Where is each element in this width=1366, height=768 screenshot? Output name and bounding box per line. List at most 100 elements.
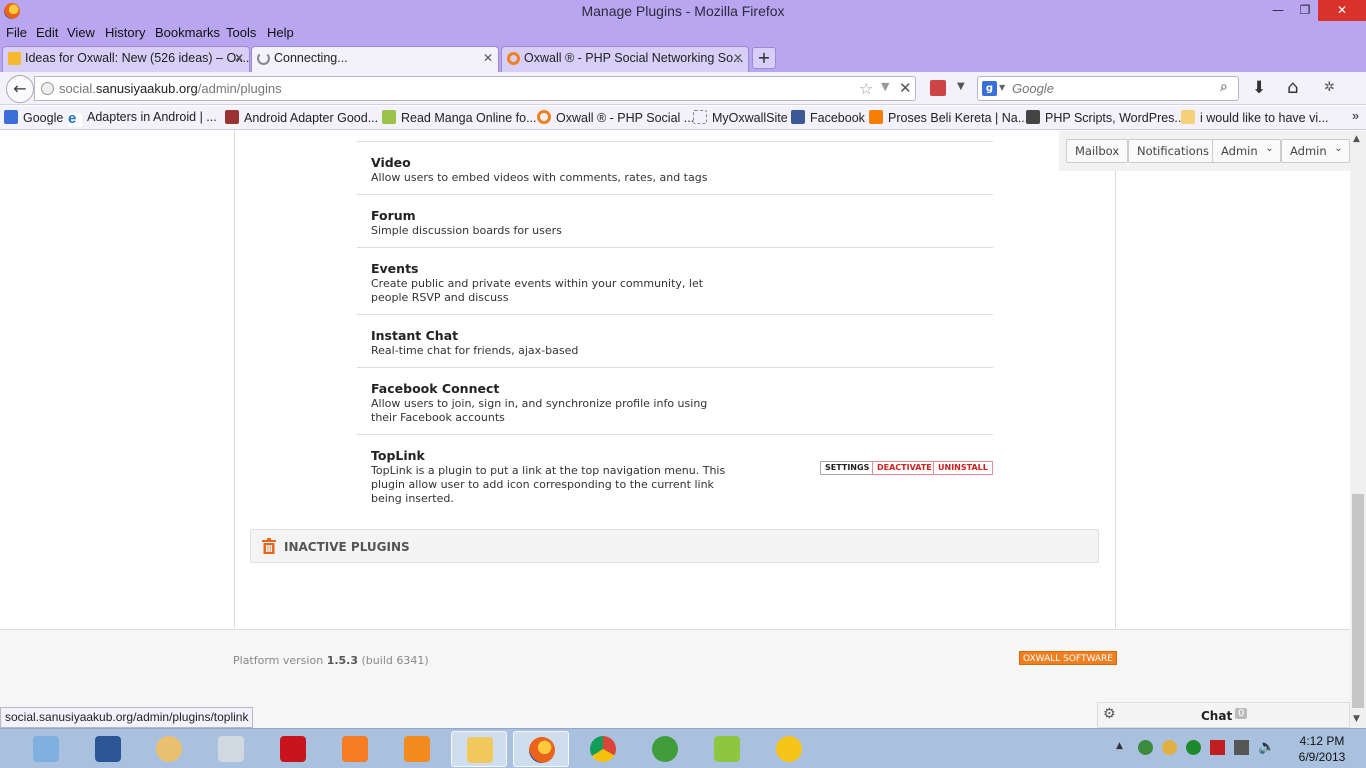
bookmark-proses-beli-kereta[interactable]: Proses Beli Kereta | Na... xyxy=(869,110,1028,125)
engine-dropdown-icon[interactable]: ▼ xyxy=(999,83,1005,92)
close-tab-icon[interactable]: ✕ xyxy=(733,51,743,65)
back-arrow-icon: ← xyxy=(13,79,27,98)
taskbar-download-manager[interactable] xyxy=(637,731,693,767)
addon-dropdown-icon[interactable]: ▼ xyxy=(957,81,965,92)
close-tab-icon[interactable]: ✕ xyxy=(234,51,244,65)
tray-app-icon[interactable] xyxy=(1162,740,1177,755)
downloads-icon[interactable]: ⬇ xyxy=(1252,78,1266,98)
menu-help[interactable]: Help xyxy=(267,25,294,40)
deactivate-button[interactable]: DEACTIVATE xyxy=(872,461,937,475)
plugin-name: Facebook Connect xyxy=(371,381,500,396)
search-input[interactable]: Google xyxy=(1012,81,1054,96)
taskbar-app[interactable] xyxy=(761,731,817,767)
plugin-desc: Real-time chat for friends, ajax-based xyxy=(371,344,579,357)
addon-download-icon[interactable] xyxy=(930,80,946,96)
menu-history[interactable]: History xyxy=(105,25,145,40)
address-bar[interactable]: social.sanusiyaakub.org/admin/plugins ☆ … xyxy=(34,76,916,101)
maximize-button[interactable]: ❐ xyxy=(1290,0,1320,21)
taskbar-paint[interactable] xyxy=(141,731,197,767)
media-player-icon xyxy=(404,736,430,762)
scroll-up-icon[interactable]: ▲ xyxy=(1353,134,1360,144)
tab-label: Connecting... xyxy=(274,51,348,65)
mailbox-button[interactable]: Mailbox xyxy=(1066,139,1129,163)
bookmark-facebook[interactable]: Facebook xyxy=(791,110,865,125)
tray-expand-icon[interactable]: ▲ xyxy=(1116,741,1123,751)
taskbar-media-player[interactable] xyxy=(389,731,445,767)
word-icon xyxy=(95,736,121,762)
chat-bar[interactable]: ⚙ Chat 0 xyxy=(1097,702,1350,728)
bookmark-android-adapter[interactable]: Android Adapter Good... xyxy=(225,110,378,125)
back-button[interactable]: ← xyxy=(6,75,34,103)
taskbar-firefox[interactable] xyxy=(513,731,569,767)
scrollbar-thumb[interactable] xyxy=(1352,494,1364,708)
close-window-button[interactable]: ✕ xyxy=(1318,0,1366,21)
minimize-button[interactable]: — xyxy=(1263,0,1293,21)
taskbar-file-explorer[interactable] xyxy=(451,731,507,767)
tab-ideas-oxwall[interactable]: Ideas for Oxwall: New (526 ideas) – Ox..… xyxy=(2,46,250,72)
close-tab-icon[interactable]: ✕ xyxy=(483,51,493,65)
taskbar-chrome[interactable] xyxy=(575,731,631,767)
bookmark-php-scripts[interactable]: PHP Scripts, WordPres... xyxy=(1026,110,1185,125)
site-icon xyxy=(225,110,239,124)
taskbar-explorer-shortcut[interactable] xyxy=(18,731,74,767)
taskbar-notepad[interactable] xyxy=(699,731,755,767)
settings-button[interactable]: SETTINGS xyxy=(820,461,875,475)
new-tab-button[interactable]: + xyxy=(752,47,776,69)
xampp-icon xyxy=(342,736,368,762)
taskbar-acrobat[interactable] xyxy=(265,731,321,767)
menu-file[interactable]: File xyxy=(6,25,27,40)
scroll-down-icon[interactable]: ▼ xyxy=(1353,714,1360,724)
taskbar-calculator[interactable] xyxy=(203,731,259,767)
bookmarks-overflow-icon[interactable]: » xyxy=(1352,109,1359,123)
inactive-plugins-section[interactable]: INACTIVE PLUGINS xyxy=(250,529,1099,563)
home-icon[interactable]: ⌂ xyxy=(1287,77,1298,98)
menu-bookmarks[interactable]: Bookmarks xyxy=(155,25,220,40)
plugin-desc: Allow users to join, sign in, and synchr… xyxy=(371,397,708,424)
notifications-button[interactable]: Notifications xyxy=(1128,139,1218,163)
chat-label: Chat xyxy=(1201,709,1233,723)
bookmark-adapters-android[interactable]: e Adapters in Android | ... xyxy=(68,110,217,127)
menu-view[interactable]: View xyxy=(67,25,95,40)
tray-flag-icon[interactable] xyxy=(1210,740,1225,755)
firefox-logo-icon[interactable] xyxy=(4,3,20,19)
bookmark-star-icon[interactable]: ☆ xyxy=(859,79,873,98)
history-dropdown-icon[interactable]: ▼ xyxy=(881,80,889,93)
plugin-name: Events xyxy=(371,261,419,276)
tray-wifi-icon[interactable] xyxy=(1234,740,1249,755)
search-bar[interactable]: g ▼ Google ⌕ xyxy=(977,76,1239,101)
gear-icon[interactable]: ⚙ xyxy=(1103,706,1116,722)
google-engine-icon[interactable]: g xyxy=(982,81,997,96)
tab-connecting[interactable]: Connecting... ✕ xyxy=(251,46,499,72)
clock-date: 6/9/2013 xyxy=(1298,750,1346,764)
taskbar: ▲ 🔈 xyxy=(0,728,1366,768)
oxwall-software-badge[interactable]: OXWALL SOFTWARE xyxy=(1019,651,1117,665)
bookmark-myoxwallsite[interactable]: MyOxwallSite xyxy=(693,110,788,125)
uninstall-button[interactable]: UNINSTALL xyxy=(933,461,993,475)
extension-icon[interactable]: ✲ xyxy=(1324,80,1335,95)
search-icon[interactable]: ⌕ xyxy=(1220,79,1228,95)
system-clock[interactable]: 4:12 PM 6/9/2013 xyxy=(1287,733,1357,765)
menu-tools[interactable]: Tools xyxy=(226,25,256,40)
google-icon xyxy=(4,110,18,124)
tray-volume-icon[interactable]: 🔈 xyxy=(1258,739,1275,755)
bookmark-oxwall-social[interactable]: Oxwall ® - PHP Social ... xyxy=(537,110,694,125)
admin-profile-button[interactable]: Admin ⌄ xyxy=(1281,139,1350,163)
tab-oxwall-social[interactable]: Oxwall ® - PHP Social Networking So... ✕ xyxy=(501,46,749,72)
bookmark-read-manga[interactable]: Read Manga Online fo... xyxy=(382,110,537,125)
page-scrollbar[interactable]: ▲ ▼ xyxy=(1350,131,1366,728)
bookmark-i-would-like[interactable]: i would like to have vi... xyxy=(1181,110,1329,125)
taskbar-word[interactable] xyxy=(80,731,136,767)
stop-icon[interactable]: ✕ xyxy=(899,79,912,97)
bookmark-google[interactable]: Google xyxy=(4,110,63,125)
taskbar-xampp[interactable] xyxy=(327,731,383,767)
globe-icon xyxy=(41,82,54,95)
admin-menu-button[interactable]: Admin ⌄ xyxy=(1212,139,1281,163)
tray-utorrent-icon[interactable] xyxy=(1186,740,1201,755)
right-column-divider xyxy=(1115,171,1116,628)
chat-count-badge: 0 xyxy=(1235,708,1248,719)
chevron-down-icon: ⌄ xyxy=(1265,143,1274,154)
oxwall-icon xyxy=(507,52,520,65)
clock-time: 4:12 PM xyxy=(1299,734,1345,748)
menu-edit[interactable]: Edit xyxy=(36,25,58,40)
tray-network-icon[interactable] xyxy=(1138,740,1153,755)
